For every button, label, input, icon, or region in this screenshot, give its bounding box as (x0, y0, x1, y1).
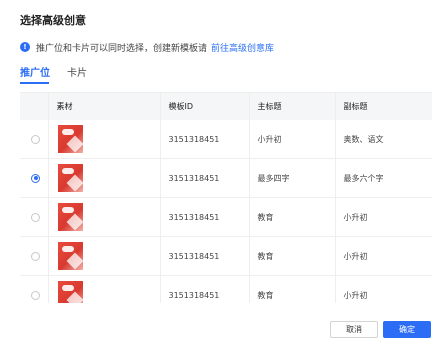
main-title-cell: 教育 (249, 275, 336, 303)
confirm-button[interactable]: 确定 (383, 321, 431, 338)
tab-promotion[interactable]: 推广位 (20, 64, 50, 79)
header-material: 素材 (48, 93, 161, 120)
table-row[interactable]: 3151318451 教育 小升初 (20, 275, 432, 303)
table-row[interactable]: 3151318451 教育 小升初 (20, 236, 432, 276)
row-radio-selected[interactable] (31, 173, 40, 183)
sub-title-cell: 小升初 (335, 236, 432, 276)
creative-table: 素材 模板ID 主标题 副标题 3151318451 小升初 奥数、语文 315… (20, 92, 432, 303)
advanced-creative-dialog: 选择高级创意 ! 推广位和卡片可以同时选择，创建新模板请 前往高级创意库 推广位… (0, 0, 443, 358)
header-sub-title: 副标题 (335, 93, 432, 120)
row-radio[interactable] (31, 212, 40, 222)
tab-card[interactable]: 卡片 (67, 64, 87, 79)
template-id-cell: 3151318451 (160, 120, 250, 159)
table-row[interactable]: 3151318451 教育 小升初 (20, 197, 432, 237)
material-thumbnail (57, 242, 83, 270)
row-radio[interactable] (31, 134, 40, 144)
material-thumbnail (57, 281, 83, 303)
header-select (20, 93, 49, 120)
info-icon: ! (20, 42, 30, 52)
sub-title-cell: 奥数、语文 (335, 120, 432, 159)
creative-library-link[interactable]: 前往高级创意库 (211, 41, 274, 54)
template-id-cell: 3151318451 (160, 158, 250, 198)
sub-title-cell: 小升初 (335, 275, 432, 303)
table-row[interactable]: 3151318451 最多四字 最多六个字 (20, 158, 432, 198)
table-row[interactable]: 3151318451 小升初 奥数、语文 (20, 120, 432, 159)
row-radio[interactable] (31, 251, 40, 261)
header-main-title: 主标题 (249, 93, 336, 120)
material-thumbnail (57, 125, 83, 153)
tab-bar: 推广位 卡片 (20, 64, 432, 84)
material-thumbnail (57, 203, 83, 231)
template-id-cell: 3151318451 (160, 275, 250, 303)
material-thumbnail (57, 164, 83, 192)
main-title-cell: 教育 (249, 197, 336, 237)
main-title-cell: 教育 (249, 236, 336, 276)
dialog-title: 选择高级创意 (20, 14, 86, 27)
notice-bar: ! 推广位和卡片可以同时选择，创建新模板请 前往高级创意库 (20, 41, 274, 54)
template-id-cell: 3151318451 (160, 197, 250, 237)
cancel-button[interactable]: 取消 (330, 321, 378, 338)
row-radio[interactable] (31, 290, 40, 300)
notice-text: 推广位和卡片可以同时选择，创建新模板请 (36, 43, 208, 54)
main-title-cell: 最多四字 (249, 158, 336, 198)
sub-title-cell: 最多六个字 (335, 158, 432, 198)
table-header-row: 素材 模板ID 主标题 副标题 (20, 93, 432, 120)
main-title-cell: 小升初 (249, 120, 336, 159)
sub-title-cell: 小升初 (335, 197, 432, 237)
active-tab-indicator (20, 82, 49, 84)
template-id-cell: 3151318451 (160, 236, 250, 276)
header-template-id: 模板ID (160, 93, 250, 120)
